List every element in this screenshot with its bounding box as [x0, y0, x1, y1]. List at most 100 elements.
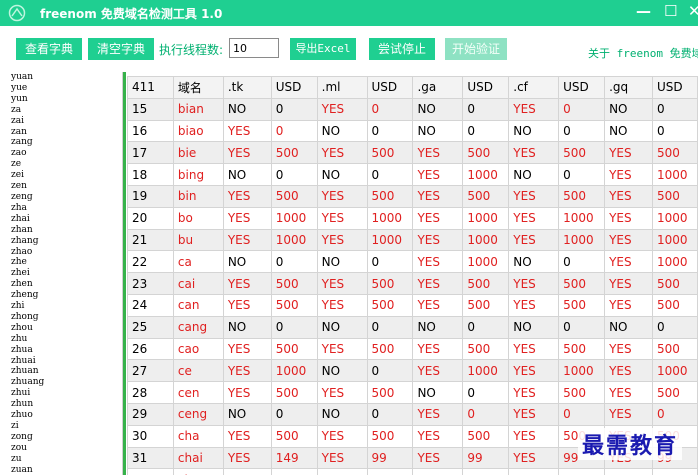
price-cell: 0	[366, 359, 414, 383]
dictionary-item[interactable]: zeng	[0, 192, 122, 203]
about-link[interactable]: 关于 freenom 免费域名	[588, 45, 698, 61]
dictionary-item[interactable]: zai	[0, 116, 122, 127]
availability-cell: YES	[222, 424, 272, 448]
dictionary-item[interactable]: zhao	[0, 247, 122, 258]
dictionary-item[interactable]: zhi	[0, 301, 122, 312]
availability-cell: YES	[508, 446, 560, 470]
dictionary-item[interactable]: zhong	[0, 312, 122, 323]
dictionary-item[interactable]: zhan	[0, 225, 122, 236]
dictionary-item[interactable]: zao	[0, 148, 122, 159]
price-cell: 0	[366, 402, 414, 426]
table-row[interactable]: 25 cang NO 0 NO 0 NO 0 NO 0 NO 0	[127, 315, 698, 339]
thread-count-input[interactable]	[229, 38, 279, 58]
table-row[interactable]: 20 bo YES 1000 YES 1000 YES 1000 YES 1000 YES 1000	[127, 206, 698, 230]
dictionary-item[interactable]: zhua	[0, 345, 122, 356]
price-cell: 0	[270, 315, 318, 339]
dictionary-item[interactable]: zi	[0, 421, 122, 432]
column-header[interactable]: .gq	[604, 76, 653, 99]
dictionary-item[interactable]: zuan	[0, 465, 122, 475]
table-row[interactable]: 22 ca NO 0 NO 0 YES 1000 NO 0 YES 1000	[127, 250, 698, 274]
dictionary-item[interactable]: zhun	[0, 399, 122, 410]
column-header[interactable]: .ml	[316, 76, 368, 99]
clear-dict-button[interactable]: 清空字典	[88, 38, 154, 60]
availability-cell: YES	[604, 184, 653, 208]
maximize-button[interactable]: ☐	[664, 2, 677, 20]
dictionary-item[interactable]: zong	[0, 432, 122, 443]
price-cell: 500	[270, 184, 318, 208]
column-header[interactable]: USD	[462, 76, 510, 99]
column-header[interactable]: USD	[270, 76, 318, 99]
results-grid-container: 411 域名 .tk USD .ml USD .ga USD .cf USD .gq USD 15 bi…	[127, 76, 698, 475]
domain-cell: bu	[172, 228, 224, 252]
column-header[interactable]: USD	[651, 76, 698, 99]
domain-cell: bin	[172, 184, 224, 208]
dictionary-item[interactable]: za	[0, 105, 122, 116]
dictionary-item[interactable]: yun	[0, 94, 122, 105]
table-row[interactable]: 18 bing NO 0 NO 0 YES 1000 NO 0 YES 1000	[127, 163, 698, 186]
dictionary-item[interactable]: zou	[0, 443, 122, 454]
dictionary-item[interactable]: zen	[0, 181, 122, 192]
table-row[interactable]: 23 cai YES 500 YES 500 YES 500 YES 500 YES 500	[127, 272, 698, 295]
dictionary-item[interactable]: zhuai	[0, 356, 122, 367]
price-cell: 500	[462, 184, 510, 208]
dictionary-item[interactable]: zu	[0, 454, 122, 465]
dictionary-item[interactable]: zhang	[0, 236, 122, 247]
availability-cell: YES	[508, 272, 560, 295]
table-row[interactable]: 15 bian NO 0 YES 0 NO 0 YES 0 NO 0	[127, 97, 698, 121]
table-row[interactable]: 26 cao YES 500 YES 500 YES 500 YES 500 YES 500	[127, 337, 698, 361]
dictionary-item[interactable]: yue	[0, 83, 122, 94]
column-header[interactable]: USD	[558, 76, 606, 99]
table-row[interactable]: 29 ceng NO 0 NO 0 YES 0 YES 0 YES 0	[127, 402, 698, 426]
close-button[interactable]: ✕	[688, 2, 698, 20]
dictionary-item[interactable]: ze	[0, 159, 122, 170]
table-row[interactable]: 19 bin YES 500 YES 500 YES 500 YES 500 YES 500	[127, 184, 698, 208]
price-cell: 0	[558, 250, 606, 274]
column-header[interactable]: 411	[127, 76, 174, 99]
minimize-button[interactable]: —	[636, 2, 651, 20]
dictionary-item[interactable]: zhen	[0, 279, 122, 290]
dictionary-item[interactable]: zhai	[0, 214, 122, 225]
dictionary-item[interactable]: zhuang	[0, 377, 122, 388]
table-row[interactable]: 17 bie YES 500 YES 500 YES 500 YES 500 YES 500	[127, 141, 698, 165]
column-header[interactable]: 域名	[172, 76, 224, 99]
dictionary-item[interactable]: zhe	[0, 257, 122, 268]
column-header[interactable]: USD	[366, 76, 414, 99]
dictionary-item[interactable]: zan	[0, 127, 122, 138]
export-excel-button[interactable]: 导出Excel	[290, 38, 356, 60]
availability-cell: YES	[604, 402, 653, 426]
availability-cell: YES	[604, 228, 653, 252]
table-row[interactable]: 27 ce YES 1000 NO 0 YES 1000 YES 1000 YES 1000	[127, 359, 698, 383]
column-header[interactable]: .tk	[222, 76, 272, 99]
dictionary-item[interactable]: zang	[0, 137, 122, 148]
dictionary-item[interactable]: yuan	[0, 72, 122, 83]
view-dict-button[interactable]: 查看字典	[16, 38, 82, 60]
dictionary-item[interactable]: zhei	[0, 268, 122, 279]
dictionary-item[interactable]: zhuan	[0, 366, 122, 377]
dictionary-list[interactable]: yuan yue yun za zai zan zang zao ze zei zen zeng zha…	[0, 72, 123, 475]
availability-cell: NO	[316, 119, 368, 143]
dictionary-item[interactable]: zha	[0, 203, 122, 214]
table-row[interactable]: 24 can YES 500 YES 500 YES 500 YES 500 YES 500	[127, 293, 698, 317]
price-cell: 0	[651, 315, 698, 339]
dictionary-item[interactable]: zei	[0, 170, 122, 181]
availability-cell: YES	[412, 228, 464, 252]
dictionary-item[interactable]: zhui	[0, 388, 122, 399]
dictionary-item[interactable]: zheng	[0, 290, 122, 301]
start-verify-button[interactable]: 开始验证	[445, 38, 507, 60]
dictionary-item[interactable]: zhuo	[0, 410, 122, 421]
availability-cell: NO	[316, 163, 368, 186]
dictionary-item[interactable]: zhu	[0, 334, 122, 345]
table-row[interactable]: 21 bu YES 1000 YES 1000 YES 1000 YES 1000 YES 1000	[127, 228, 698, 252]
availability-cell: YES	[412, 337, 464, 361]
table-row[interactable]: 28 cen YES 500 YES 500 NO 0 YES 500 YES 500	[127, 381, 698, 404]
splitter-handle[interactable]	[123, 72, 126, 475]
table-row[interactable]: 32chanYES500YES500YES500YES500YES500	[127, 468, 698, 475]
try-stop-button[interactable]: 尝试停止	[369, 38, 435, 60]
availability-cell: NO	[222, 402, 272, 426]
price-cell: 0	[558, 315, 606, 339]
price-cell: 1000	[558, 228, 606, 252]
column-header[interactable]: .ga	[412, 76, 464, 99]
table-row[interactable]: 16 biao YES 0 NO 0 NO 0 NO 0 NO 0	[127, 119, 698, 143]
dictionary-item[interactable]: zhou	[0, 323, 122, 334]
column-header[interactable]: .cf	[508, 76, 560, 99]
